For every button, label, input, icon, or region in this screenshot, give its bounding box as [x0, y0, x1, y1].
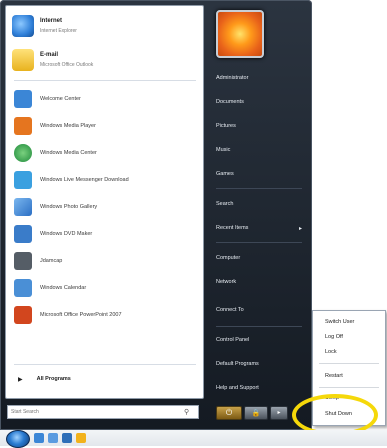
pinned-title: E-mail	[40, 52, 59, 58]
menu-item-log-off[interactable]: Log Off	[313, 330, 385, 344]
program-label: Windows Media Center	[40, 150, 97, 156]
quick-launch-icon[interactable]	[62, 433, 72, 443]
list-item-calendar[interactable]: Windows Calendar	[10, 275, 199, 301]
right-item-label: Help and Support	[216, 385, 259, 391]
right-item-label: Music	[216, 147, 231, 153]
pinned-subtitle: Internet Explorer	[40, 28, 77, 34]
right-item-label: Games	[216, 171, 234, 177]
right-item-label: Search	[216, 201, 234, 207]
right-item-music[interactable]: Music	[210, 142, 306, 158]
all-programs-label: All Programs	[36, 376, 71, 382]
quick-launch-icon[interactable]	[34, 433, 44, 443]
places-pane: Administrator Documents Pictures Music G…	[208, 0, 310, 400]
chevron-right-icon: ▸	[277, 410, 281, 416]
right-item-label: Recent Items	[216, 225, 249, 231]
power-button[interactable]: ⏻	[216, 406, 242, 420]
right-item-network[interactable]: Network	[210, 274, 306, 290]
right-item-connect-to[interactable]: Connect To	[210, 302, 306, 318]
quick-launch-icon[interactable]	[76, 433, 86, 443]
right-item-recent-items[interactable]: Recent Items ▸	[210, 220, 306, 236]
right-item-label: Pictures	[216, 123, 236, 129]
search-input[interactable]	[8, 407, 184, 417]
list-item-media-center[interactable]: Windows Media Center	[10, 140, 199, 166]
media-player-icon	[14, 117, 32, 135]
program-label: Welcome Center	[40, 96, 81, 102]
divider	[319, 387, 379, 388]
photo-gallery-icon	[14, 198, 32, 216]
divider	[319, 363, 379, 364]
menu-item-label: Lock	[325, 349, 337, 355]
taskbar	[0, 430, 387, 448]
right-item-label: Administrator	[216, 75, 249, 81]
program-label: Microsoft Office PowerPoint 2007	[40, 312, 122, 318]
list-item-media-player[interactable]: Windows Media Player	[10, 113, 199, 139]
divider	[14, 364, 196, 365]
divider	[216, 326, 302, 327]
menu-item-restart[interactable]: Restart	[313, 369, 385, 383]
program-label: Windows DVD Maker	[40, 231, 93, 237]
jdamcap-icon	[14, 252, 32, 270]
pinned-email[interactable]: E-mail Microsoft Office Outlook	[10, 44, 199, 76]
divider	[216, 242, 302, 243]
list-item-welcome-center[interactable]: Welcome Center	[10, 86, 199, 112]
list-item-dvd-maker[interactable]: Windows DVD Maker	[10, 221, 199, 247]
calendar-icon	[14, 279, 32, 297]
right-item-label: Default Programs	[216, 361, 259, 367]
menu-item-lock[interactable]: Lock	[313, 345, 385, 359]
search-field[interactable]: ⚲	[7, 405, 199, 419]
right-item-search[interactable]: Search	[210, 196, 306, 212]
right-item-administrator[interactable]: Administrator	[210, 70, 306, 86]
all-programs-button[interactable]: ▶ All Programs	[10, 370, 199, 388]
right-item-games[interactable]: Games	[210, 166, 306, 182]
media-center-icon	[14, 144, 32, 162]
right-item-documents[interactable]: Documents	[210, 94, 306, 110]
list-item-jdamcap[interactable]: Jdamcap	[10, 248, 199, 274]
program-label: Windows Calendar	[40, 285, 87, 291]
right-item-help-and-support[interactable]: Help and Support	[210, 380, 306, 396]
program-label: Windows Photo Gallery	[40, 204, 98, 210]
divider	[14, 80, 196, 81]
welcome-center-icon	[14, 90, 32, 108]
chevron-right-icon: ▶	[18, 376, 23, 383]
powerpoint-icon	[14, 306, 32, 324]
menu-item-switch-user[interactable]: Switch User	[313, 315, 385, 329]
submenu-arrow-icon: ▸	[298, 225, 302, 232]
right-item-label: Connect To	[216, 307, 244, 313]
outlook-icon	[12, 49, 34, 71]
lock-icon: 🔒	[251, 409, 261, 417]
dvd-maker-icon	[14, 225, 32, 243]
divider	[216, 188, 302, 189]
right-item-pictures[interactable]: Pictures	[210, 118, 306, 134]
right-item-default-programs[interactable]: Default Programs	[210, 356, 306, 372]
start-button[interactable]	[6, 430, 30, 448]
menu-item-label: Log Off	[325, 334, 343, 340]
list-item-messenger-download[interactable]: Windows Live Messenger Download	[10, 167, 199, 193]
quick-launch-icon[interactable]	[48, 433, 58, 443]
list-item-powerpoint[interactable]: Microsoft Office PowerPoint 2007	[10, 302, 199, 328]
shutdown-options-button[interactable]: ▸	[270, 406, 288, 420]
lock-button[interactable]: 🔒	[244, 406, 268, 420]
program-label: Windows Live Messenger Download	[40, 177, 129, 183]
pinned-internet[interactable]: Internet Internet Explorer	[10, 10, 199, 42]
menu-item-label: Switch User	[325, 319, 355, 325]
right-item-computer[interactable]: Computer	[210, 250, 306, 266]
list-item-photo-gallery[interactable]: Windows Photo Gallery	[10, 194, 199, 220]
right-item-control-panel[interactable]: Control Panel	[210, 332, 306, 348]
program-label: Jdamcap	[40, 258, 63, 264]
right-item-label: Computer	[216, 255, 241, 261]
power-icon: ⏻	[225, 408, 233, 417]
right-item-label: Network	[216, 279, 237, 285]
messenger-icon	[14, 171, 32, 189]
internet-explorer-icon	[12, 15, 34, 37]
start-menu: Internet Internet Explorer E-mail Micros…	[0, 0, 312, 430]
right-item-label: Documents	[216, 99, 244, 105]
search-icon[interactable]: ⚲	[184, 408, 189, 416]
pinned-subtitle: Microsoft Office Outlook	[40, 62, 94, 68]
right-item-label: Control Panel	[216, 337, 250, 343]
programs-pane: Internet Internet Explorer E-mail Micros…	[5, 5, 204, 399]
pinned-title: Internet	[40, 18, 63, 24]
program-label: Windows Media Player	[40, 123, 96, 129]
menu-item-label: Restart	[325, 373, 343, 379]
